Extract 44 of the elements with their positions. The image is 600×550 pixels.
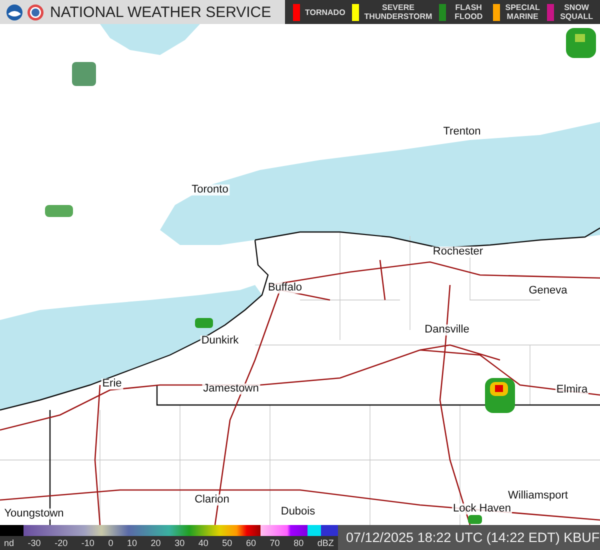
city-label: Elmira	[555, 384, 589, 396]
warning-label: SPECIAL MARINE	[505, 3, 540, 21]
nws-logo-icon	[27, 4, 44, 20]
radar-echo	[566, 28, 596, 58]
city-label: Toronto	[190, 184, 230, 196]
warning-label: SNOW SQUALL	[559, 3, 594, 21]
city-label: Rochester	[432, 246, 484, 258]
radar-echo	[195, 318, 213, 328]
city-label: Youngstown	[3, 508, 65, 520]
city-label: Dansville	[424, 324, 470, 336]
timestamp: 07/12/2025 18:22 UTC (14:22 EDT) KBUF	[338, 525, 600, 550]
city-label: Erie	[101, 378, 123, 390]
scale-tick-label: 10	[126, 538, 137, 548]
scale-tick-label: -10	[81, 538, 94, 548]
radar-echo	[72, 62, 96, 86]
scale-tick-label: -20	[54, 538, 68, 548]
scale-tick-label: -30	[28, 538, 41, 548]
header-title: NATIONAL WEATHER SERVICE	[50, 4, 272, 20]
warning-label: TORNADO	[305, 8, 346, 16]
scale-tick-label: 50	[222, 538, 232, 548]
scale-tick-label: 40	[198, 538, 208, 548]
radar-echo	[45, 205, 73, 217]
city-label: Dubois	[280, 506, 316, 518]
warning-label: SEVERE THUNDERSTORM	[364, 3, 432, 21]
city-label: Lock Haven	[452, 504, 512, 514]
scale-tick-label: 0	[108, 538, 114, 548]
noaa-logo-icon	[6, 4, 23, 20]
city-label: Geneva	[528, 286, 568, 296]
city-label: Dunkirk	[200, 336, 240, 346]
scale-tick-label: 60	[246, 538, 256, 548]
scale-tick-label: dBZ	[317, 538, 334, 548]
city-label: Clarion	[194, 494, 230, 506]
radar-echo	[468, 515, 482, 524]
scale-tick-label: 70	[270, 538, 280, 548]
warning-label: FLASH FLOOD	[454, 3, 484, 21]
scale-tick-label: nd	[4, 538, 14, 548]
scale-tick-label: 20	[150, 538, 161, 548]
city-label: Williamsport	[507, 490, 569, 502]
scale-tick-label: 80	[294, 538, 304, 548]
city-label: Buffalo	[266, 282, 304, 294]
radar-echo	[485, 378, 515, 413]
city-label: Trenton	[442, 126, 482, 138]
city-label: Jamestown	[202, 384, 260, 394]
scale-tick-label: 30	[174, 538, 185, 548]
